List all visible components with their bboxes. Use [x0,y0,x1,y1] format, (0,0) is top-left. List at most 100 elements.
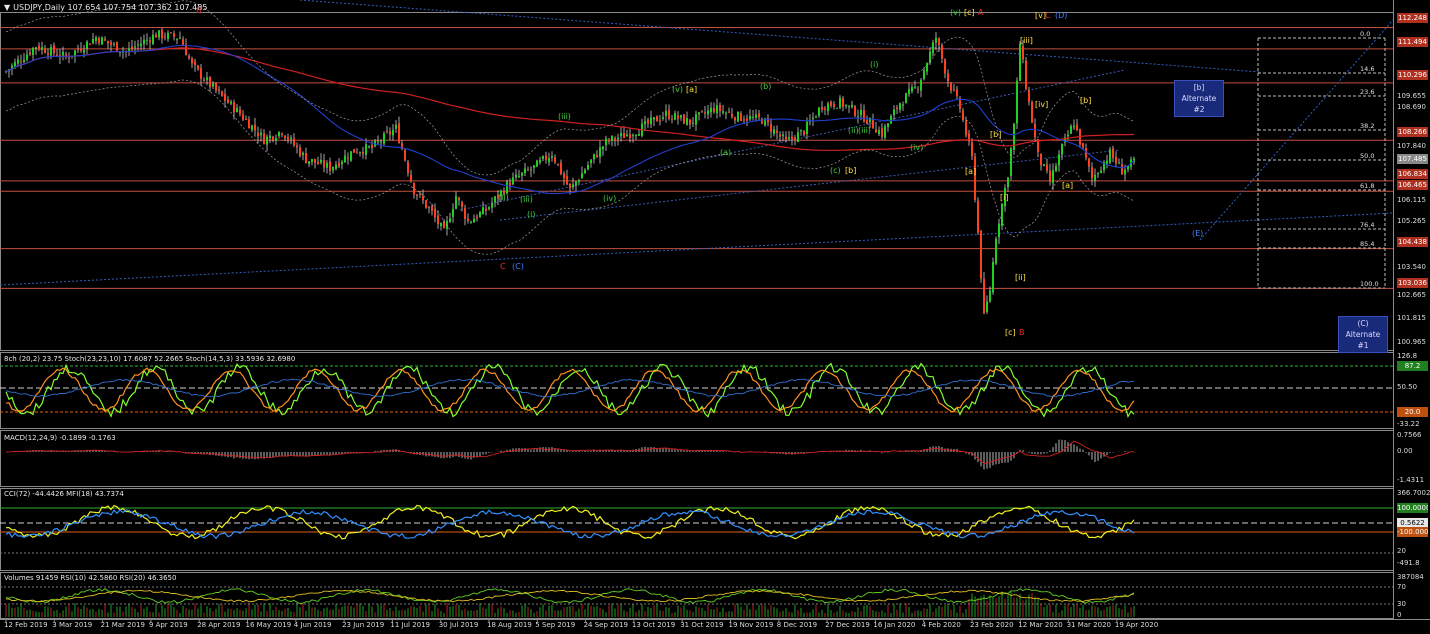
candle [842,96,844,112]
candle [245,115,247,121]
date-axis-label: 19 Nov 2019 [728,621,774,629]
volume-axis-label: 30 [1397,600,1406,608]
candle [539,156,541,165]
candle [914,80,916,90]
macd-signal-line [5,440,1134,464]
candle [941,42,943,64]
candle [662,111,664,121]
alternate-box-title: (C) [1357,319,1369,328]
alternate-box[interactable]: [b] Alternate #2 [1174,80,1224,117]
candle [734,116,736,125]
candle [698,112,700,121]
candle [203,77,205,82]
candle [821,100,823,113]
candle [731,107,733,119]
wave-label: (v) [950,8,961,17]
wave-label: [c] [964,8,975,17]
candle [35,46,37,56]
candle [551,151,553,162]
price-tag: 110.296 [1397,70,1428,80]
candle [32,46,34,61]
macd-axis-label: 0.00 [1397,447,1413,455]
candle [1070,124,1072,134]
candle [386,126,388,134]
candle [383,131,385,146]
date-axis-label: 3 Mar 2019 [52,621,93,629]
candle [437,210,439,229]
candle [812,112,814,126]
candle [671,114,673,124]
candle [293,133,295,148]
alternate-box-label: Alternate #1 [1345,330,1381,350]
candle [710,102,712,118]
candle [512,172,514,186]
mfi-line [5,508,1135,540]
candle [272,135,274,143]
candle [776,125,778,140]
candle [488,206,490,211]
candle [800,129,802,136]
candle [653,116,655,127]
candle [917,86,919,94]
candle [308,161,310,168]
candle [584,168,586,175]
fib-level-label: 0.0 [1360,30,1371,38]
candle [911,83,913,94]
price-axis-label: 101.815 [1397,314,1426,322]
candle [470,220,472,224]
candle [218,85,220,95]
candle [875,123,877,133]
price-axis-label: 103.540 [1397,263,1426,271]
candle [950,81,952,94]
date-axis-label: 13 Oct 2019 [631,621,676,629]
candle [335,160,337,171]
candle [344,149,346,163]
candle [509,178,511,191]
date-axis-label: 16 Jan 2020 [873,621,916,629]
collapse-triangle-icon[interactable]: ▼ [4,3,10,12]
candle [827,101,829,116]
candle [98,36,100,46]
date-axis-label: 19 Apr 2020 [1114,621,1159,629]
candle [434,203,436,223]
candle [329,157,331,176]
alternate-box[interactable]: (C) Alternate #1 [1338,316,1388,353]
price-tag: 111.494 [1397,37,1428,47]
date-axis-label: 23 Feb 2020 [970,621,1014,629]
candle [713,102,715,114]
candle [767,114,769,127]
candle [530,166,532,178]
candle [236,104,238,113]
candle [260,128,262,142]
candle [899,102,901,113]
candle [668,104,670,121]
candle [299,144,301,158]
candle [128,41,130,57]
date-axis-label: 18 Aug 2019 [487,621,532,629]
candle [848,105,850,114]
candle [614,136,616,147]
date-axis-label: 31 Mar 2020 [1066,621,1111,629]
date-axis-label: 11 Jul 2019 [390,621,431,629]
fib-level-label: 50.0 [1360,152,1375,160]
candle [920,78,922,98]
candle [158,30,160,41]
candle [230,99,232,106]
price-tag: 107.485 [1397,154,1428,164]
candle [326,160,328,174]
panel-frame-cci [0,488,1394,571]
macd-header: MACD(12,24,9) -0.1899 -0.1763 [4,434,116,442]
candle [248,116,250,129]
wave-label: (i) [870,60,879,69]
wave-label: (iv) [910,143,924,152]
candle [68,52,70,64]
candle [608,138,610,145]
candle [215,82,217,94]
candle [209,76,211,93]
candle [707,104,709,120]
candle [830,100,832,108]
wave-label: [b] [990,130,1002,139]
candle [632,133,634,143]
candle [179,31,181,40]
candle [1076,118,1078,132]
